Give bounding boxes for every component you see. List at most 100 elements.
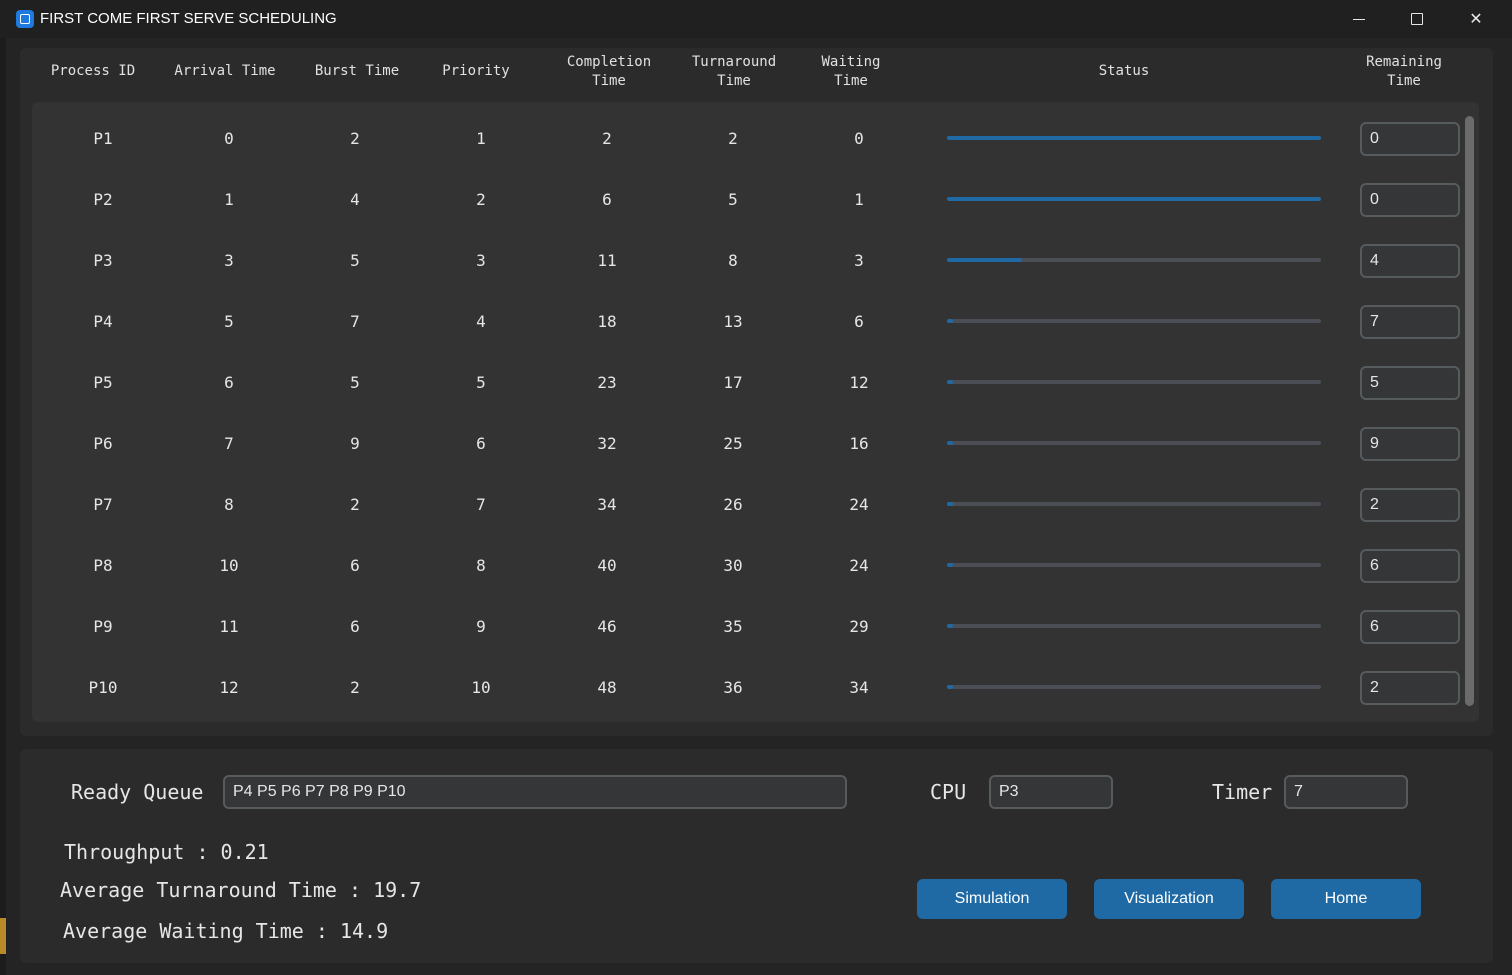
status-progress-fill <box>947 197 1321 201</box>
cell-completion: 2 <box>602 129 612 148</box>
cell-priority: 9 <box>476 617 486 636</box>
remaining-time-field[interactable]: 5 <box>1360 366 1460 400</box>
header-burst-time: Burst Time <box>300 62 414 81</box>
header-remaining-time: Remaining Time <box>1350 53 1458 91</box>
cell-priority: 5 <box>476 373 486 392</box>
app-icon <box>16 10 34 28</box>
header-completion-line2: Time <box>592 73 626 89</box>
remaining-time-field[interactable]: 7 <box>1360 305 1460 339</box>
cell-waiting: 0 <box>854 129 864 148</box>
timer-label: Timer <box>1212 780 1273 804</box>
simulation-button[interactable]: Simulation <box>917 879 1067 919</box>
cell-burst: 9 <box>350 434 360 453</box>
header-waiting-time: Waiting Time <box>806 53 896 91</box>
cell-waiting: 12 <box>849 373 869 392</box>
table-row: P4 5 7 4 18 13 6 7 <box>32 291 1462 352</box>
cell-pid: P5 <box>93 373 113 392</box>
cell-waiting: 24 <box>849 556 869 575</box>
ready-queue-value: P4 P5 P6 P7 P8 P9 P10 <box>233 783 406 800</box>
cell-priority: 2 <box>476 190 486 209</box>
header-status-label: Status <box>1098 63 1150 79</box>
header-turnaround-time: Turnaround Time <box>680 53 788 91</box>
remaining-time-field[interactable]: 2 <box>1360 671 1460 705</box>
cell-pid: P9 <box>93 617 113 636</box>
timer-field[interactable]: 7 <box>1284 775 1408 809</box>
cell-arrival: 5 <box>224 312 234 331</box>
table-row: P9 11 6 9 46 35 29 6 <box>32 596 1462 657</box>
cell-arrival: 1 <box>224 190 234 209</box>
cell-waiting: 6 <box>854 312 864 331</box>
throughput-text: Throughput : 0.21 <box>64 840 269 864</box>
cell-completion: 46 <box>597 617 617 636</box>
window-title: FIRST COME FIRST SERVE SCHEDULING <box>40 10 337 27</box>
cpu-label: CPU <box>930 780 967 804</box>
cell-completion: 48 <box>597 678 617 697</box>
header-process-id: Process ID <box>40 62 146 81</box>
status-progress-fill <box>947 319 953 323</box>
cell-turnaround: 26 <box>723 495 743 514</box>
cell-priority: 1 <box>476 129 486 148</box>
table-scrollbar[interactable] <box>1465 116 1474 706</box>
table-row: P2 1 4 2 6 5 1 0 <box>32 169 1462 230</box>
remaining-time-field[interactable]: 6 <box>1360 610 1460 644</box>
remaining-time-value: 0 <box>1370 130 1379 147</box>
header-waiting-line2: Time <box>834 73 868 89</box>
cell-turnaround: 35 <box>723 617 743 636</box>
remaining-time-field[interactable]: 6 <box>1360 549 1460 583</box>
cell-priority: 3 <box>476 251 486 270</box>
cell-arrival: 10 <box>219 556 239 575</box>
cell-pid: P10 <box>88 678 118 697</box>
cell-pid: P8 <box>93 556 113 575</box>
remaining-time-field[interactable]: 4 <box>1360 244 1460 278</box>
remaining-time-value: 6 <box>1370 557 1379 574</box>
cell-priority: 10 <box>471 678 491 697</box>
cpu-value: P3 <box>999 783 1019 800</box>
title-bar: FIRST COME FIRST SERVE SCHEDULING ✕ <box>0 0 1512 38</box>
cell-turnaround: 17 <box>723 373 743 392</box>
maximize-icon <box>1411 13 1423 25</box>
cell-pid: P6 <box>93 434 113 453</box>
table-row: P8 10 6 8 40 30 24 6 <box>32 535 1462 596</box>
cell-arrival: 8 <box>224 495 234 514</box>
remaining-time-field[interactable]: 9 <box>1360 427 1460 461</box>
background-window-edge <box>0 38 6 975</box>
remaining-time-field[interactable]: 2 <box>1360 488 1460 522</box>
remaining-time-value: 9 <box>1370 435 1379 452</box>
remaining-time-field[interactable]: 0 <box>1360 122 1460 156</box>
cell-turnaround: 2 <box>728 129 738 148</box>
status-progress-bar <box>947 319 1321 323</box>
cell-waiting: 34 <box>849 678 869 697</box>
cell-arrival: 0 <box>224 129 234 148</box>
status-progress-fill <box>947 563 953 567</box>
header-process-id-label: Process ID <box>50 63 136 79</box>
cell-turnaround: 25 <box>723 434 743 453</box>
status-progress-fill <box>947 441 953 445</box>
minimize-button[interactable] <box>1330 0 1388 38</box>
cell-burst: 5 <box>350 373 360 392</box>
maximize-button[interactable] <box>1388 0 1446 38</box>
cell-pid: P4 <box>93 312 113 331</box>
header-arrival-time-label: Arrival Time <box>174 63 276 79</box>
header-turnaround-line1: Turnaround <box>691 54 777 70</box>
ready-queue-field[interactable]: P4 P5 P6 P7 P8 P9 P10 <box>223 775 847 809</box>
cell-arrival: 11 <box>219 617 239 636</box>
cell-burst: 4 <box>350 190 360 209</box>
cpu-field[interactable]: P3 <box>989 775 1113 809</box>
close-button[interactable]: ✕ <box>1447 0 1505 38</box>
status-progress-bar <box>947 197 1321 201</box>
status-progress-fill <box>947 685 953 689</box>
background-tab <box>0 918 6 954</box>
visualization-button[interactable]: Visualization <box>1094 879 1244 919</box>
close-icon: ✕ <box>1469 11 1483 28</box>
header-remaining-line1: Remaining <box>1366 54 1442 70</box>
remaining-time-value: 2 <box>1370 679 1379 696</box>
remaining-time-value: 7 <box>1370 313 1379 330</box>
cell-pid: P1 <box>93 129 113 148</box>
cell-burst: 5 <box>350 251 360 270</box>
header-turnaround-line2: Time <box>717 73 751 89</box>
header-status: Status <box>1074 62 1174 81</box>
home-button[interactable]: Home <box>1271 879 1421 919</box>
remaining-time-field[interactable]: 0 <box>1360 183 1460 217</box>
cell-completion: 34 <box>597 495 617 514</box>
cell-pid: P3 <box>93 251 113 270</box>
